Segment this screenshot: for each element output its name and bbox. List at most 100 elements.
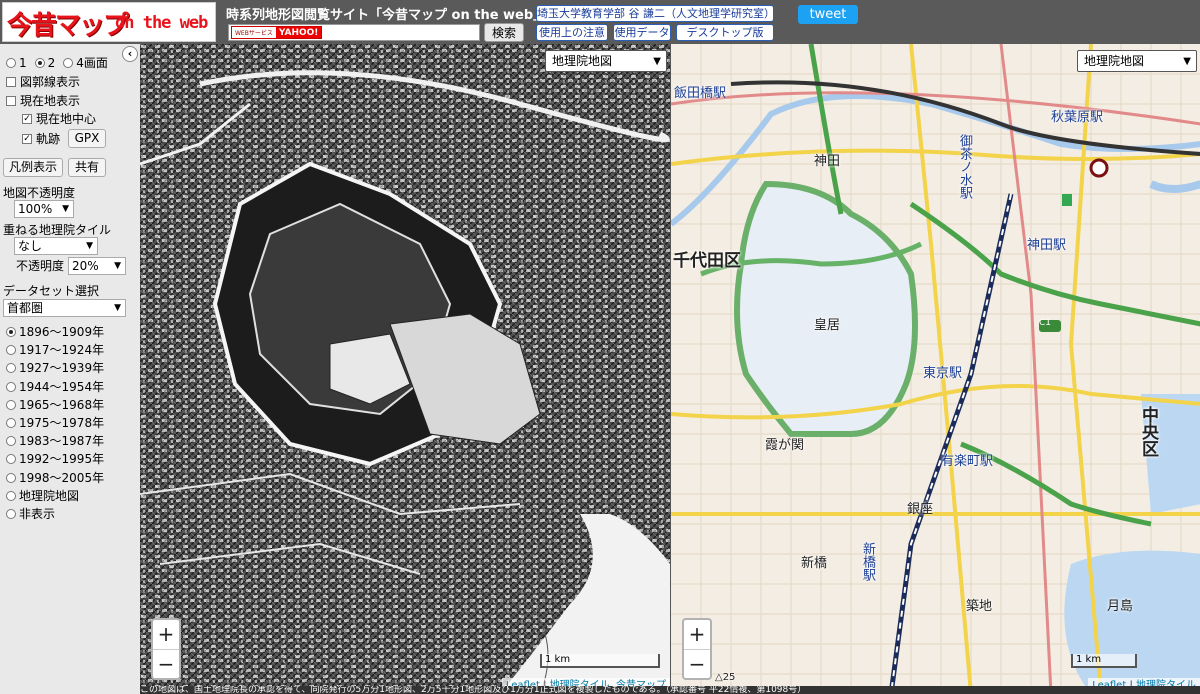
modern-map-pane[interactable]: 飯田橋駅 秋葉原駅 神田 御茶ノ水駅 千代田区 皇居 神田駅 東京駅 C1 霞が… bbox=[670, 44, 1200, 694]
label-ginza: 銀座 bbox=[907, 502, 934, 517]
opacity-select[interactable]: 100% ▼ bbox=[14, 200, 74, 218]
dropdown-arrow-icon: ▼ bbox=[1183, 56, 1191, 67]
logo-text-en: on the web bbox=[115, 13, 208, 33]
center-location-checkbox[interactable]: ✓ bbox=[22, 114, 32, 124]
dataset-label: データセット選択 bbox=[3, 284, 100, 298]
period-label: 1944～1954年 bbox=[19, 379, 105, 394]
period-radio[interactable] bbox=[6, 363, 16, 374]
option-current-location[interactable]: 現在地表示 bbox=[6, 93, 80, 109]
right-zoom-in-button[interactable]: + bbox=[684, 620, 710, 649]
option-center-on-location[interactable]: ✓ 現在地中心 bbox=[22, 111, 96, 127]
period-radio[interactable] bbox=[6, 345, 16, 356]
screen-mode-4-radio[interactable] bbox=[63, 58, 74, 68]
period-option[interactable]: 1992～1995年 bbox=[6, 451, 104, 467]
gpx-button[interactable]: GPX bbox=[68, 129, 106, 148]
screen-mode-1-radio[interactable] bbox=[6, 58, 16, 68]
dropdown-arrow-icon: ▼ bbox=[114, 261, 121, 271]
option-frame-lines[interactable]: 図郭線表示 bbox=[6, 74, 80, 90]
dropdown-arrow-icon: ▼ bbox=[114, 303, 121, 313]
screen-mode-2-radio[interactable] bbox=[34, 58, 45, 68]
period-option[interactable]: 1965～1968年 bbox=[6, 397, 104, 413]
search-box: WEBサービス YAHOO! bbox=[228, 24, 480, 41]
historical-map-pane[interactable]: 地理院地図▼ + − 1 km Leaflet | 地理院タイル, 今昔マップ bbox=[140, 44, 670, 694]
screen-mode-label: 2 bbox=[47, 56, 56, 70]
track-checkbox[interactable]: ✓ bbox=[22, 134, 32, 144]
label-kokyo: 皇居 bbox=[814, 318, 841, 333]
period-option[interactable]: 地理院地図 bbox=[6, 488, 79, 504]
label-chiyoda: 千代田区 bbox=[673, 251, 741, 271]
screen-mode-label: 1 bbox=[19, 56, 27, 70]
dropdown-arrow-icon: ▼ bbox=[86, 241, 93, 251]
period-radio[interactable] bbox=[6, 490, 16, 501]
share-button[interactable]: 共有 bbox=[68, 158, 106, 177]
data-used-link[interactable]: 使用データ bbox=[613, 24, 671, 41]
option-track[interactable]: ✓ 軌跡 bbox=[22, 131, 60, 147]
period-option[interactable]: 1896～1909年 bbox=[6, 324, 104, 340]
period-option[interactable]: 1944～1954年 bbox=[6, 379, 104, 395]
opacity-label: 地図不透明度 bbox=[3, 186, 76, 200]
left-zoom-out-button[interactable]: − bbox=[153, 649, 179, 678]
search-button[interactable]: 検索 bbox=[484, 23, 524, 42]
app-header: 今昔マップ on the web 時系列地形図閲覧サイト「今昔マップ on th… bbox=[0, 0, 1200, 44]
period-label: 1917～1924年 bbox=[19, 343, 105, 358]
historical-map-image bbox=[140, 44, 670, 694]
overlay-select[interactable]: なし ▼ bbox=[14, 237, 98, 255]
period-label: 1896～1909年 bbox=[19, 325, 105, 339]
period-option[interactable]: 1917～1924年 bbox=[6, 342, 104, 358]
period-option[interactable]: 1975～1978年 bbox=[6, 415, 104, 431]
right-zoom-out-button[interactable]: − bbox=[684, 649, 710, 678]
option-label: 図郭線表示 bbox=[20, 75, 81, 89]
label-iidabashi: 飯田橋駅 bbox=[674, 86, 727, 101]
overlay-opacity-select[interactable]: 20% ▼ bbox=[68, 257, 126, 275]
period-label: 1975～1978年 bbox=[19, 416, 105, 430]
period-label: 非表示 bbox=[19, 507, 56, 521]
copyright-footnote: この地図は、国土地理院長の承認を得て、同院発行の5万分1地形図、2万5千分1地形… bbox=[140, 686, 1200, 694]
screen-mode-group: 1 2 4画面 bbox=[6, 55, 108, 71]
dataset-select[interactable]: 首都圏 ▼ bbox=[3, 299, 126, 317]
usage-notes-link[interactable]: 使用上の注意 bbox=[536, 24, 608, 41]
label-elevation-25: △25 bbox=[715, 672, 736, 683]
collapse-panel-button[interactable]: ‹ bbox=[122, 46, 138, 62]
overlay-select-value: なし bbox=[18, 239, 43, 253]
label-tsukiji: 築地 bbox=[966, 599, 993, 614]
label-chuo: 中央区 bbox=[1138, 406, 1158, 457]
current-location-checkbox[interactable] bbox=[6, 96, 16, 106]
left-zoom-in-button[interactable]: + bbox=[153, 620, 179, 649]
right-scale-bar: 1 km bbox=[1071, 654, 1137, 668]
period-radio[interactable] bbox=[6, 399, 16, 410]
author-link[interactable]: 埼玉大学教育学部 谷 謙二（人文地理学研究室） bbox=[536, 5, 774, 22]
yahoo-web-service-badge[interactable]: WEBサービス YAHOO! bbox=[231, 26, 323, 39]
search-input[interactable] bbox=[331, 25, 479, 40]
option-label: 現在地表示 bbox=[20, 94, 81, 108]
period-option[interactable]: 1927～1939年 bbox=[6, 360, 104, 376]
period-radio[interactable] bbox=[6, 454, 16, 465]
control-panel: ‹ 1 2 4画面 図郭線表示 現在地表示 ✓ 現在地中心 ✓ 軌跡 GPX 凡例表… bbox=[0, 44, 140, 694]
period-option[interactable]: 1998～2005年 bbox=[6, 470, 104, 486]
desktop-version-link[interactable]: デスクトップ版 bbox=[676, 24, 774, 41]
period-radio[interactable] bbox=[6, 381, 16, 392]
period-radio[interactable] bbox=[6, 436, 16, 447]
label-shinbashi-station: 新橋駅 bbox=[860, 542, 875, 581]
frame-lines-checkbox[interactable] bbox=[6, 77, 16, 87]
tweet-button[interactable]: tweet bbox=[798, 5, 858, 24]
left-scale-bar: 1 km bbox=[540, 654, 660, 668]
yahoo-web-service-label: WEBサービス bbox=[235, 30, 273, 37]
period-label: 地理院地図 bbox=[19, 488, 80, 503]
site-logo[interactable]: 今昔マップ on the web bbox=[2, 2, 216, 42]
period-option[interactable]: 1983～1987年 bbox=[6, 433, 104, 449]
label-kasumigaseki: 霞が関 bbox=[765, 438, 805, 453]
left-layer-select[interactable]: 地理院地図 ▼ bbox=[545, 50, 667, 72]
period-radio[interactable] bbox=[6, 509, 16, 519]
period-radio[interactable] bbox=[6, 418, 16, 428]
period-label: 1998～2005年 bbox=[19, 470, 105, 485]
overlay-opacity-value: 20% bbox=[72, 259, 99, 273]
right-layer-select[interactable]: 地理院地図 ▼ bbox=[1077, 50, 1197, 72]
period-option[interactable]: 非表示 bbox=[6, 506, 55, 522]
period-radio[interactable] bbox=[6, 472, 16, 483]
label-route-c1: C1 bbox=[1039, 318, 1052, 328]
period-radio[interactable] bbox=[6, 327, 16, 337]
opacity-select-value: 100% bbox=[18, 202, 53, 216]
dropdown-arrow-icon: ▼ bbox=[62, 204, 69, 214]
label-akihabara: 秋葉原駅 bbox=[1051, 110, 1104, 125]
legend-button[interactable]: 凡例表示 bbox=[3, 158, 63, 177]
